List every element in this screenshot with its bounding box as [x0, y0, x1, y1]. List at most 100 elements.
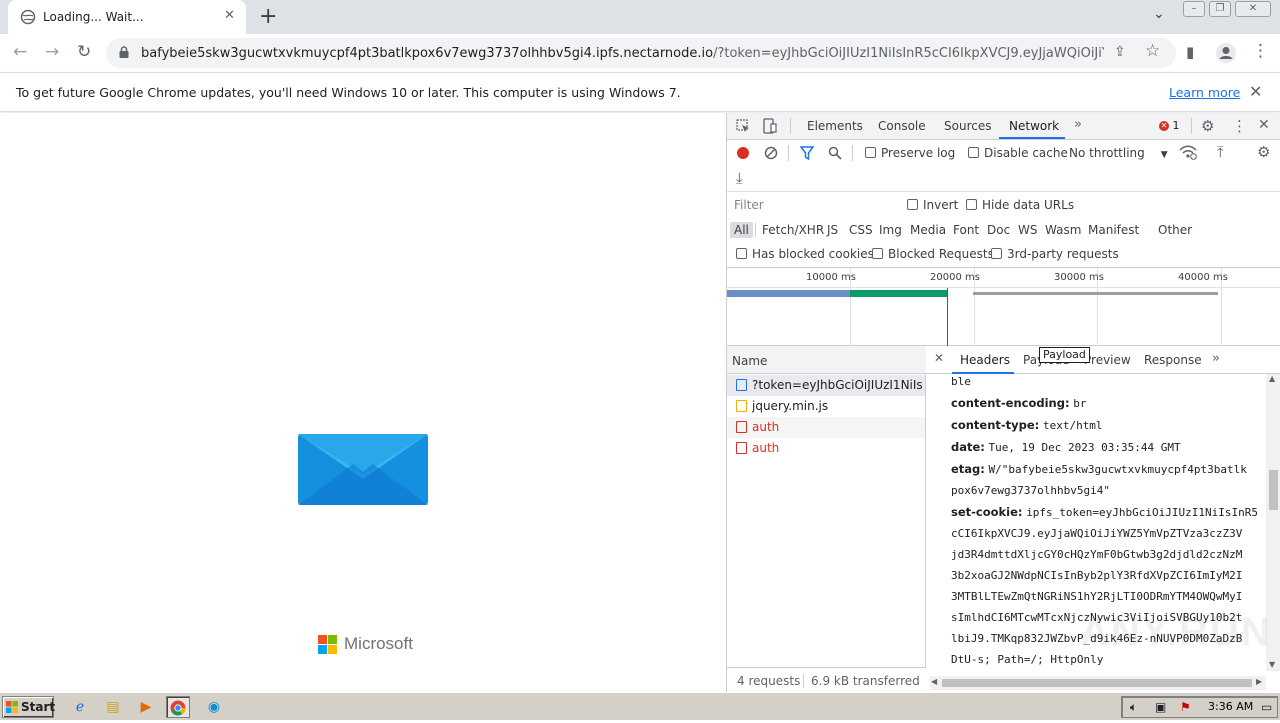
inspect-element-icon[interactable]: [736, 119, 750, 133]
device-toolbar-icon[interactable]: [763, 118, 777, 134]
type-divider: [755, 223, 756, 237]
browser-tab[interactable]: Loading... Wait... ✕: [8, 0, 246, 34]
type-filter-all[interactable]: All: [730, 222, 753, 238]
settings-gear-icon[interactable]: ⚙: [1201, 117, 1214, 135]
network-settings-gear-icon[interactable]: ⚙: [1257, 143, 1270, 161]
waterfall-bar-pending: [973, 292, 1218, 295]
type-filter-ws[interactable]: WS: [1014, 222, 1041, 238]
reload-icon[interactable]: ↻: [77, 42, 91, 62]
devtools-close-icon[interactable]: ✕: [1258, 117, 1270, 133]
checkbox-box: [991, 248, 1002, 259]
taskbar-clock[interactable]: 3:36 AM: [1208, 700, 1253, 713]
type-filter-css[interactable]: CSS: [845, 222, 877, 238]
error-count-badge[interactable]: ✕ 1: [1159, 119, 1180, 132]
request-row[interactable]: jquery.min.js: [727, 396, 925, 417]
maximize-icon[interactable]: ❐: [1209, 1, 1231, 17]
minimize-icon[interactable]: –: [1183, 1, 1205, 17]
name-column-header[interactable]: Name: [732, 354, 767, 368]
media-player-icon[interactable]: ▶: [134, 696, 158, 718]
filter-input[interactable]: Filter: [731, 196, 893, 214]
tab-headers[interactable]: Headers: [960, 353, 1010, 367]
detail-close-icon[interactable]: ✕: [934, 351, 944, 365]
back-icon[interactable]: ←: [13, 42, 27, 62]
has-blocked-cookies-checkbox[interactable]: Has blocked cookies: [736, 247, 874, 261]
share-icon[interactable]: ⇪: [1114, 44, 1126, 60]
start-button[interactable]: Start: [2, 696, 55, 718]
request-row[interactable]: auth: [727, 417, 925, 438]
scroll-left-arrow-icon[interactable]: ◀: [931, 677, 937, 686]
more-tabs-chevron-icon[interactable]: »: [1074, 117, 1082, 132]
clear-icon[interactable]: [764, 146, 778, 160]
type-filter-fetch-xhr[interactable]: Fetch/XHR: [758, 222, 828, 238]
invert-checkbox[interactable]: Invert: [907, 198, 958, 212]
tab-elements[interactable]: Elements: [807, 119, 863, 133]
preserve-log-checkbox[interactable]: Preserve log: [865, 146, 955, 160]
type-filter-doc[interactable]: Doc: [983, 222, 1014, 238]
network-overview[interactable]: 10000 ms 20000 ms 30000 ms 40000 ms: [727, 268, 1280, 346]
devtools-menu-icon[interactable]: ⋮: [1232, 117, 1247, 135]
tab-search-chevron-icon[interactable]: ⌄: [1153, 6, 1165, 22]
disable-cache-checkbox[interactable]: Disable cache: [968, 146, 1068, 160]
info-bar-close-icon[interactable]: ✕: [1249, 82, 1262, 101]
kebab-menu-icon[interactable]: ⋮: [1252, 41, 1269, 61]
file-explorer-icon[interactable]: ▤: [101, 696, 125, 718]
action-center-icon[interactable]: ⚑: [1180, 700, 1191, 714]
learn-more-link[interactable]: Learn more: [1169, 85, 1240, 100]
url-text: bafybeie5skw3gucwtxvkmuycpf4pt3batlkpox6…: [141, 46, 1104, 61]
type-filter-other[interactable]: Other: [1154, 222, 1196, 238]
forward-icon[interactable]: →: [45, 42, 59, 62]
tab-response[interactable]: Response: [1144, 353, 1202, 367]
type-filter-media[interactable]: Media: [906, 222, 950, 238]
internet-explorer-icon[interactable]: ℯ: [68, 696, 92, 718]
import-har-icon[interactable]: ⤒: [1217, 143, 1224, 161]
scrollbar-thumb[interactable]: [1269, 470, 1278, 510]
record-icon[interactable]: [736, 146, 750, 160]
failed-request-icon: [736, 421, 747, 433]
filter-funnel-icon[interactable]: [800, 146, 814, 160]
hide-data-urls-checkbox[interactable]: Hide data URLs: [966, 198, 1074, 212]
horizontal-scrollbar[interactable]: ◀ ▶: [930, 676, 1266, 690]
tab-close-icon[interactable]: ✕: [224, 8, 235, 23]
request-row[interactable]: auth: [727, 438, 925, 459]
header-key: etag:: [951, 462, 985, 476]
search-icon[interactable]: [828, 146, 842, 160]
type-filter-img[interactable]: Img: [875, 222, 906, 238]
tab-preview[interactable]: Preview: [1084, 353, 1131, 367]
scroll-right-arrow-icon[interactable]: ▶: [1256, 677, 1262, 686]
show-desktop-icon[interactable]: ▭: [1261, 700, 1272, 714]
profile-avatar-icon[interactable]: [1215, 42, 1237, 64]
volume-icon[interactable]: 🔈︎: [1130, 700, 1137, 715]
throttling-select[interactable]: No throttling ▼: [1069, 146, 1168, 160]
bookmark-star-icon[interactable]: ☆: [1145, 41, 1160, 61]
blocked-requests-checkbox[interactable]: Blocked Requests: [872, 247, 994, 261]
blocked-filter-row: Has blocked cookies Blocked Requests 3rd…: [727, 242, 1280, 268]
new-tab-icon[interactable]: +: [259, 4, 277, 29]
type-filter-font[interactable]: Font: [949, 222, 983, 238]
page-content: Microsoft: [0, 113, 726, 692]
type-filter-js[interactable]: JS: [823, 222, 842, 238]
checkbox-box: [907, 199, 918, 210]
third-party-checkbox[interactable]: 3rd-party requests: [991, 247, 1119, 261]
scrollbar-thumb[interactable]: [942, 679, 1252, 687]
export-har-icon[interactable]: ⤓: [736, 169, 743, 187]
network-icon[interactable]: ▣: [1155, 700, 1166, 714]
more-detail-tabs-chevron-icon[interactable]: »: [1212, 351, 1220, 366]
devtools-tab-bar: Elements Console Sources Network » ✕ 1 ⚙…: [727, 113, 1280, 140]
tab-network[interactable]: Network: [1009, 119, 1059, 133]
window-close-icon[interactable]: ✕: [1235, 1, 1271, 17]
network-conditions-icon[interactable]: [1179, 145, 1197, 160]
tab-sources[interactable]: Sources: [944, 119, 991, 133]
chrome-taskbar-icon[interactable]: [166, 696, 190, 718]
tab-console[interactable]: Console: [878, 119, 926, 133]
side-panel-icon[interactable]: ▮: [1186, 43, 1194, 61]
scroll-up-arrow-icon[interactable]: ▲: [1269, 374, 1275, 383]
header-value-continued: 3b2xoaGJ2NWdpNCIsInByb2plY3RfdXVpZCI6ImI…: [951, 569, 1243, 582]
address-bar[interactable]: bafybeie5skw3gucwtxvkmuycpf4pt3batlkpox6…: [106, 38, 1176, 68]
type-filter-wasm[interactable]: Wasm: [1041, 222, 1085, 238]
chrome-logo-icon: [170, 700, 186, 716]
scroll-down-arrow-icon[interactable]: ▼: [1269, 660, 1275, 669]
request-row[interactable]: ?token=eyJhbGciOiJIUzI1NiIsI...: [727, 375, 925, 396]
checkbox-box: [736, 248, 747, 259]
edge-icon[interactable]: ◉: [202, 696, 226, 718]
type-filter-manifest[interactable]: Manifest: [1084, 222, 1143, 238]
